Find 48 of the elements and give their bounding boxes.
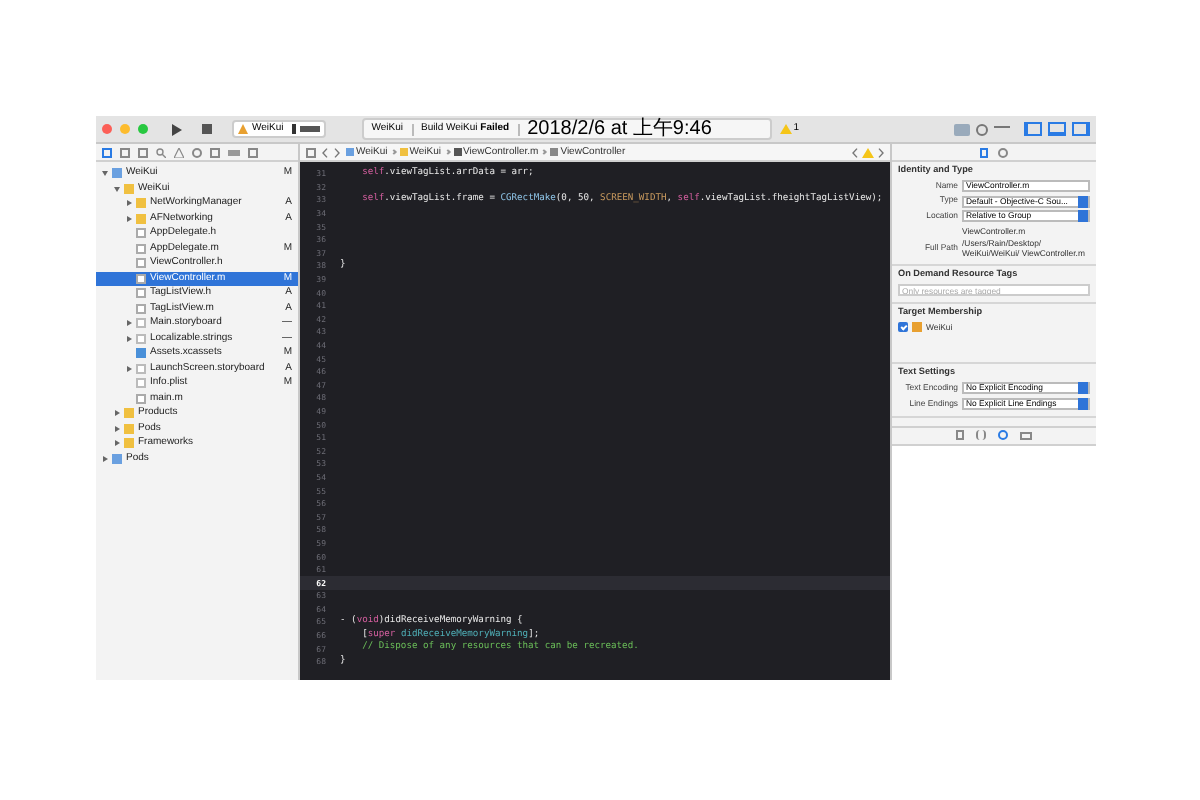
editor-mode-icon[interactable] bbox=[954, 123, 970, 135]
file-template-icon[interactable] bbox=[956, 430, 964, 441]
search-icon[interactable] bbox=[156, 147, 166, 157]
media-library-icon[interactable] bbox=[1020, 431, 1032, 440]
assistant-icon[interactable] bbox=[976, 123, 988, 135]
disclosure-icon[interactable] bbox=[102, 170, 108, 177]
disclosure-icon[interactable] bbox=[114, 185, 120, 192]
jump-bar-item-icon bbox=[346, 148, 354, 156]
jump-bar-item-icon bbox=[399, 148, 408, 156]
file-inspector-icon[interactable] bbox=[980, 147, 988, 157]
disclosure-icon[interactable] bbox=[126, 320, 132, 327]
navigator-toggle-icon[interactable] bbox=[1024, 122, 1042, 136]
back-icon[interactable] bbox=[322, 147, 328, 157]
breakpoint-navigator-icon[interactable] bbox=[228, 149, 240, 155]
inspector-toggle-icon[interactable] bbox=[1072, 122, 1090, 136]
disclosure-icon[interactable] bbox=[114, 410, 120, 417]
test-navigator-icon[interactable] bbox=[192, 147, 202, 157]
code-snippet-icon[interactable] bbox=[976, 430, 986, 441]
history-icon[interactable] bbox=[998, 147, 1008, 157]
close-window-icon[interactable] bbox=[102, 124, 112, 134]
app-icon bbox=[238, 124, 248, 134]
disclosure-icon[interactable] bbox=[114, 440, 120, 447]
file-icon bbox=[112, 168, 122, 179]
chevron-icon bbox=[390, 149, 397, 155]
disclosure-icon[interactable] bbox=[126, 365, 132, 372]
forward-icon[interactable] bbox=[334, 147, 340, 157]
project-navigator-icon[interactable] bbox=[102, 147, 112, 157]
run-icon[interactable] bbox=[172, 123, 182, 135]
issue-navigator-icon[interactable] bbox=[174, 147, 184, 157]
debug-toggle-icon[interactable] bbox=[1048, 122, 1066, 136]
file-icon bbox=[112, 453, 122, 464]
disclosure-icon[interactable] bbox=[114, 425, 120, 432]
checkbox[interactable] bbox=[898, 322, 908, 333]
chevron-icon bbox=[541, 149, 548, 155]
disclosure-icon[interactable] bbox=[102, 455, 108, 462]
jump-bar-item-icon bbox=[550, 148, 559, 156]
next-issue-icon[interactable] bbox=[878, 147, 884, 157]
disclosure-icon[interactable] bbox=[126, 335, 132, 342]
chevron-icon bbox=[444, 149, 450, 155]
device-icon bbox=[291, 124, 296, 134]
disclosure-icon[interactable] bbox=[126, 215, 132, 222]
disclosure-icon[interactable] bbox=[126, 200, 132, 207]
status-time: 2018/2/6 at 上午9:46 bbox=[527, 119, 712, 139]
previous-issue-icon[interactable] bbox=[852, 147, 858, 157]
object-library-icon[interactable] bbox=[998, 430, 1008, 441]
jump-bar-item-icon bbox=[453, 148, 461, 156]
warning-icon bbox=[779, 124, 792, 134]
app-icon bbox=[912, 322, 922, 333]
